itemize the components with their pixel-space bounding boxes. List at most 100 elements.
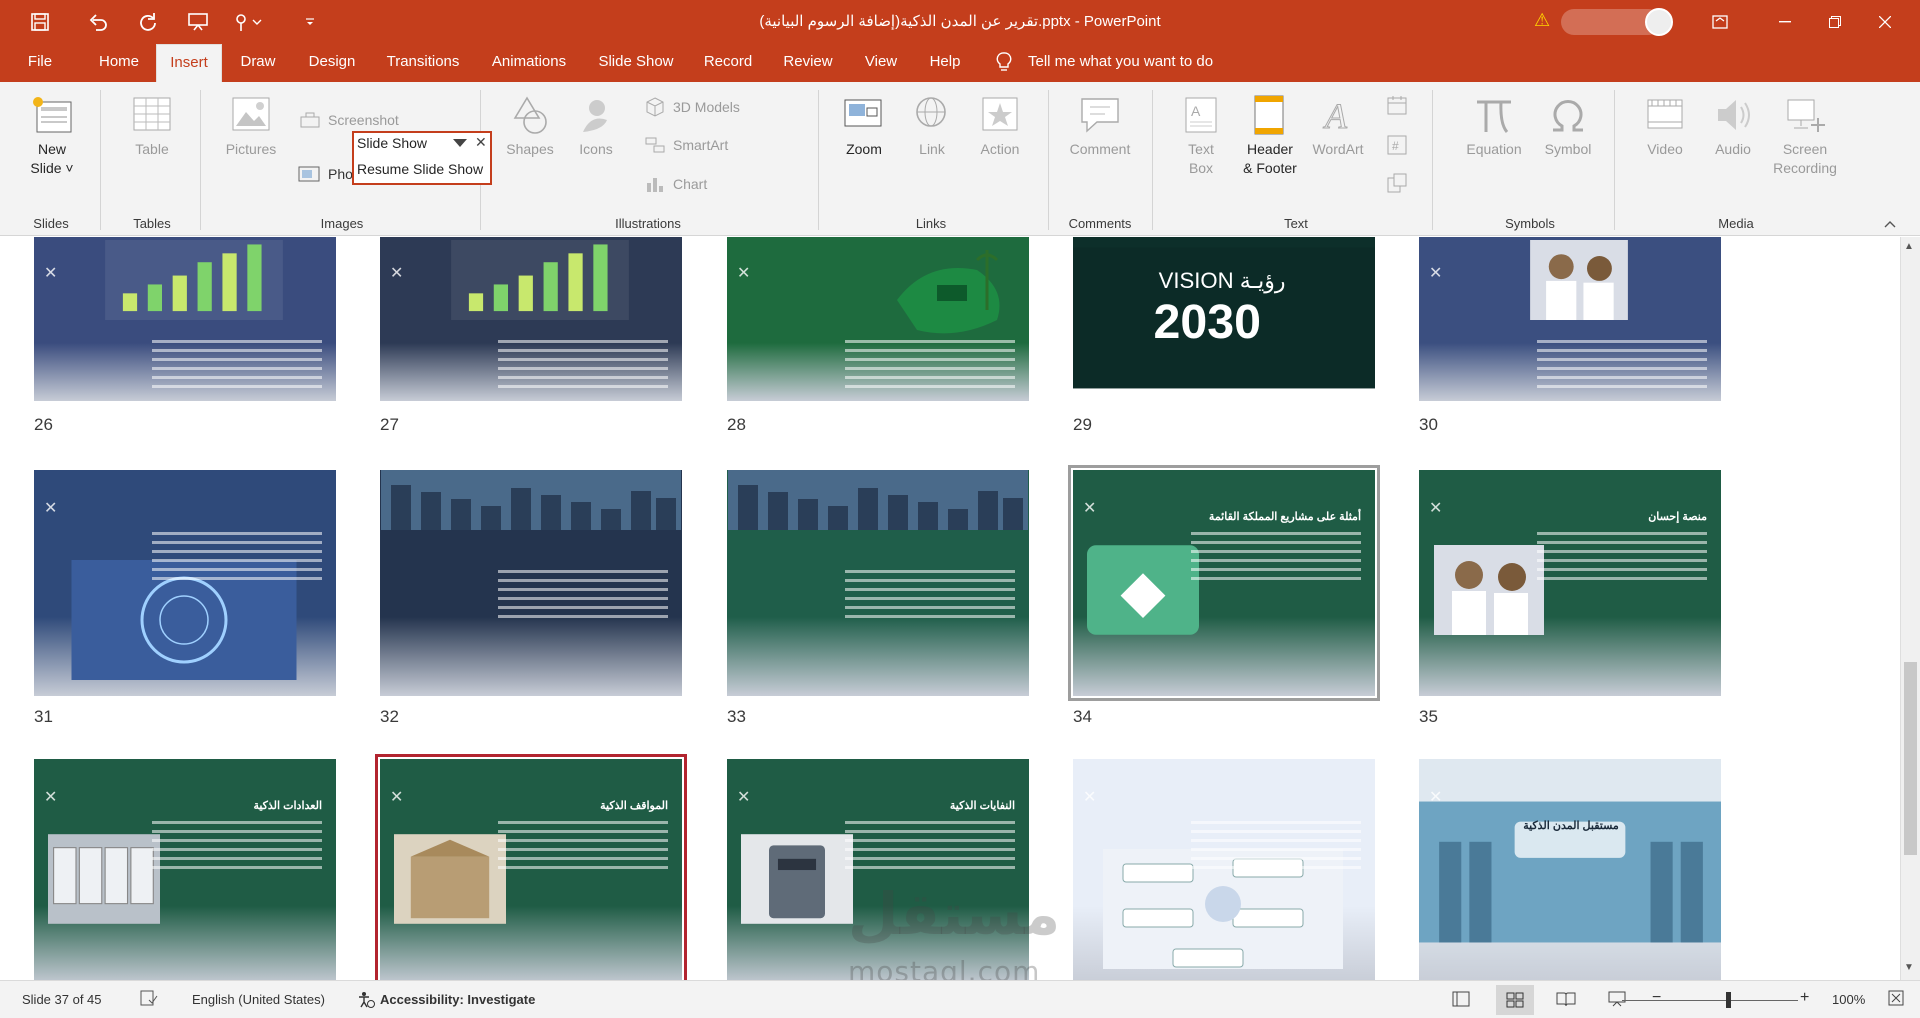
slide-image xyxy=(1419,759,1721,980)
screenshot-button[interactable]: Screenshot xyxy=(300,112,399,128)
accessibility-icon[interactable] xyxy=(356,990,376,1011)
link-button[interactable]: Link xyxy=(904,94,960,159)
text-line xyxy=(1191,866,1361,869)
slide-thumbnail[interactable]: ✕ xyxy=(380,237,682,401)
tab-animations[interactable]: Animations xyxy=(484,44,574,82)
object-button[interactable] xyxy=(1386,172,1408,194)
scroll-up-icon[interactable]: ▲ xyxy=(1904,241,1914,252)
group-label-text: Text xyxy=(1284,216,1308,231)
icons-button[interactable]: Icons xyxy=(568,94,624,159)
tab-view[interactable]: View xyxy=(856,44,906,82)
chart-label: Chart xyxy=(673,176,708,192)
resume-slideshow-option[interactable]: Resume Slide Show xyxy=(357,161,483,177)
chart-icon xyxy=(647,178,663,192)
tab-file[interactable]: File xyxy=(18,44,62,82)
dropdown-arrow-icon[interactable] xyxy=(453,139,467,147)
smartart-icon xyxy=(645,137,665,153)
equation-button[interactable]: Equation xyxy=(1458,94,1530,159)
screen-recording-icon xyxy=(1787,99,1825,132)
tab-help[interactable]: Help xyxy=(922,44,968,82)
tab-review[interactable]: Review xyxy=(776,44,840,82)
tab-draw[interactable]: Draw xyxy=(234,44,282,82)
spell-check-icon[interactable] xyxy=(140,990,158,1009)
tab-slide-show[interactable]: Slide Show xyxy=(592,44,680,82)
fit-to-window-icon[interactable] xyxy=(1888,990,1904,1009)
text-line xyxy=(1191,559,1361,562)
photo-album-button[interactable]: Pho xyxy=(298,166,353,182)
text-box-button[interactable]: A Text Box xyxy=(1170,94,1232,178)
scrollbar-thumb[interactable] xyxy=(1904,662,1917,855)
restore-icon[interactable] xyxy=(1812,0,1858,44)
reading-view-icon[interactable] xyxy=(1556,991,1576,1010)
slide-thumbnail[interactable]: ✕ العدادات الذكية xyxy=(34,759,336,980)
comment-icon xyxy=(1081,98,1119,133)
close-popup-icon[interactable]: ✕ xyxy=(475,134,487,151)
ribbon-display-options-icon[interactable] xyxy=(1697,0,1743,44)
zoom-slider-thumb[interactable] xyxy=(1725,992,1731,1008)
smartart-button[interactable]: SmartArt xyxy=(645,136,728,154)
equation-label: Equation xyxy=(1466,141,1522,157)
normal-view-icon[interactable] xyxy=(1452,991,1470,1010)
zoom-level[interactable]: 100% xyxy=(1832,992,1865,1007)
slide-thumbnail[interactable]: ✕ xyxy=(1073,759,1375,980)
link-icon xyxy=(916,97,946,127)
tab-design[interactable]: Design xyxy=(300,44,364,82)
slide-body-text xyxy=(845,821,1015,875)
svg-text:A: A xyxy=(1323,96,1348,136)
avatar[interactable] xyxy=(1645,8,1673,36)
symbol-button[interactable]: Symbol xyxy=(1536,94,1600,159)
tell-me-search[interactable]: Tell me what you want to do xyxy=(1028,44,1213,82)
zoom-slider[interactable] xyxy=(1622,1000,1798,1001)
text-line xyxy=(152,568,322,571)
tab-insert[interactable]: Insert xyxy=(156,44,222,82)
scroll-down-icon[interactable]: ▼ xyxy=(1904,962,1914,973)
slide-thumbnail[interactable]: ✕ xyxy=(34,237,336,401)
language-status[interactable]: English (United States) xyxy=(192,992,325,1007)
slide-thumbnail[interactable]: ✕ أمثلة على مشاريع المملكة القائمة xyxy=(1068,465,1380,701)
zoom-out-icon[interactable]: − xyxy=(1652,989,1661,1007)
slide-title: أمثلة على مشاريع المملكة القائمة xyxy=(1208,511,1361,523)
slideshow-option[interactable]: Slide Show xyxy=(357,135,427,151)
new-slide-button[interactable]: New Slide ˅ xyxy=(20,94,84,178)
slide-thumbnail[interactable]: ✕ المواقف الذكية xyxy=(375,754,687,980)
vertical-scrollbar[interactable]: ▲ ▼ xyxy=(1900,237,1920,980)
slide-thumbnail[interactable]: ✕ xyxy=(727,237,1029,401)
shapes-button[interactable]: Shapes xyxy=(502,94,558,159)
tab-record[interactable]: Record xyxy=(698,44,758,82)
zoom-button[interactable]: Zoom xyxy=(836,94,892,159)
pictures-icon xyxy=(232,97,270,131)
text-line xyxy=(152,839,322,842)
slide-thumbnail[interactable]: ✕إنجازات المملكة لتصبح مدنها ذكية xyxy=(727,470,1029,696)
table-button[interactable]: Table xyxy=(122,94,182,159)
minimize-icon[interactable] xyxy=(1762,0,1808,44)
wordart-button[interactable]: A WordArt xyxy=(1306,94,1370,159)
zoom-icon xyxy=(844,99,882,127)
video-button[interactable]: Video xyxy=(1634,94,1696,159)
slide-thumbnail[interactable]: ✕ منصة إحسان xyxy=(1419,470,1721,696)
chart-button[interactable]: Chart xyxy=(645,175,707,193)
audio-button[interactable]: Audio xyxy=(1702,94,1764,159)
screen-recording-button[interactable]: Screen Recording xyxy=(1770,94,1840,178)
collapse-ribbon-icon[interactable] xyxy=(1884,216,1896,231)
3d-models-button[interactable]: 3D Models xyxy=(645,97,740,117)
slide-sorter-view-icon[interactable] xyxy=(1496,985,1534,1015)
slide-thumbnail[interactable]: ✕ مستقبل المدن الذكية xyxy=(1419,759,1721,980)
slide-thumbnail[interactable]: ✕ xyxy=(1419,237,1721,401)
action-button[interactable]: Action xyxy=(970,94,1030,159)
accessibility-status[interactable]: Accessibility: Investigate xyxy=(380,992,535,1007)
warning-icon[interactable]: ⚠ xyxy=(1534,10,1550,31)
slide-thumbnail[interactable]: ✕ xyxy=(34,470,336,696)
tab-home[interactable]: Home xyxy=(88,44,150,82)
date-time-button[interactable] xyxy=(1386,94,1408,116)
slide-thumbnail[interactable]: ✕ xyxy=(380,470,682,696)
slide-number-button[interactable]: # xyxy=(1386,134,1408,156)
pictures-button[interactable]: Pictures xyxy=(218,94,284,159)
tab-transitions[interactable]: Transitions xyxy=(380,44,466,82)
close-icon[interactable] xyxy=(1862,0,1908,44)
header-footer-button[interactable]: Header & Footer xyxy=(1238,94,1302,178)
zoom-in-icon[interactable]: + xyxy=(1800,989,1809,1007)
text-line xyxy=(845,839,1015,842)
slide-thumbnail[interactable]: ✕VISION 2030VISION رؤيـة2030 xyxy=(1073,237,1375,401)
comment-button[interactable]: Comment xyxy=(1060,94,1140,159)
lightbulb-icon[interactable] xyxy=(992,44,1016,82)
